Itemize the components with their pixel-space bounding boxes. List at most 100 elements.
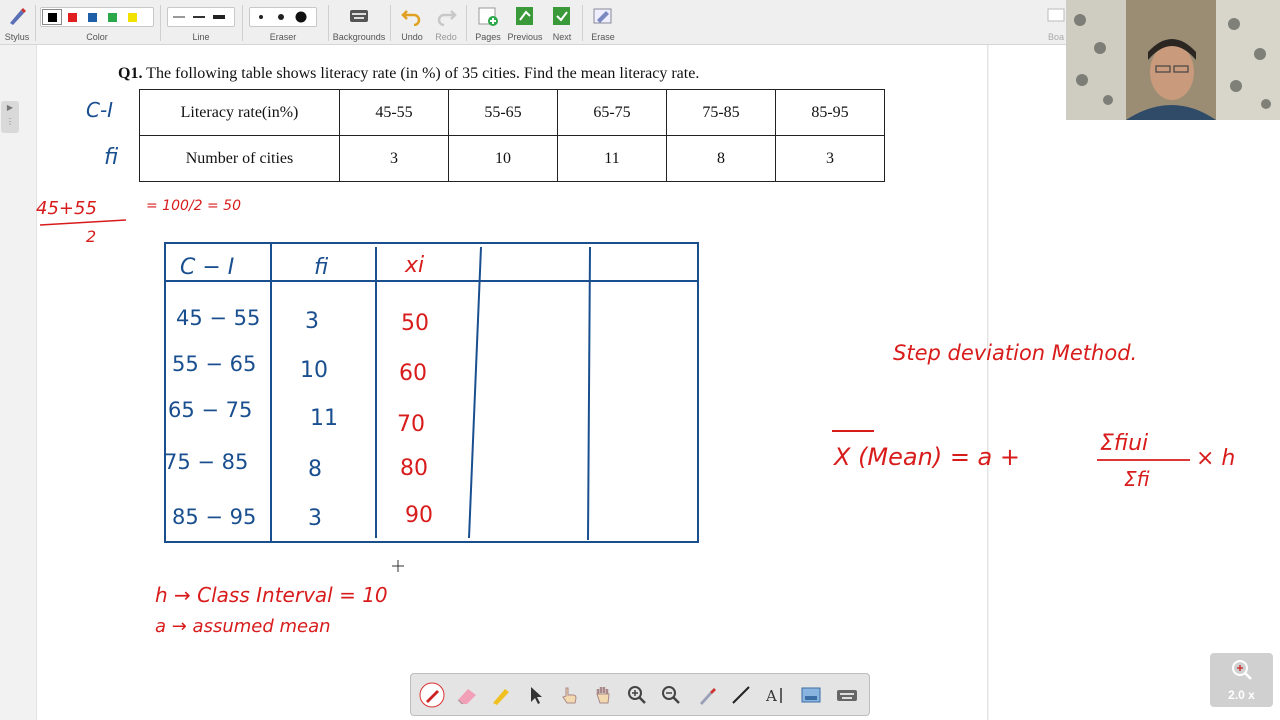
zoom-level-label: 2.0 x xyxy=(1228,688,1255,702)
zoom-in-tool[interactable] xyxy=(623,682,651,708)
table-cell: 85-95 xyxy=(775,89,885,136)
swatch-red-chip xyxy=(67,12,77,22)
highlighter-icon xyxy=(493,689,509,705)
table-cell: 75-85 xyxy=(666,89,776,136)
table-cell: 8 xyxy=(666,135,776,182)
previous-page-icon xyxy=(516,7,533,25)
board-icon xyxy=(1047,8,1065,22)
table-header-cell: Literacy rate(in%) xyxy=(139,89,340,136)
question-text: Q1. The following table shows literacy r… xyxy=(118,65,699,83)
erase-page-icon xyxy=(593,8,612,24)
zoom-out-icon xyxy=(662,686,680,704)
table-row: Number of cities 3 10 11 8 3 xyxy=(139,135,885,182)
line-thin[interactable] xyxy=(170,10,188,24)
svg-text:A: A xyxy=(765,687,777,705)
select-tool[interactable] xyxy=(521,682,549,708)
undo-button[interactable]: Undo xyxy=(396,0,428,45)
board-button[interactable]: Boa xyxy=(1044,0,1068,45)
eraser-small-icon xyxy=(259,15,263,19)
table-cell: 3 xyxy=(775,135,885,182)
swatch-black-chip xyxy=(47,12,57,22)
eraser-medium[interactable] xyxy=(272,10,290,24)
color-group: Color xyxy=(38,0,156,45)
screen-capture-icon xyxy=(801,687,821,703)
eyedropper-icon xyxy=(700,688,716,705)
eraser-small[interactable] xyxy=(252,10,270,24)
eraser-large-icon xyxy=(295,11,307,23)
color-swatches xyxy=(40,7,154,27)
swatch-yellow-chip xyxy=(127,12,137,22)
swatch-green[interactable] xyxy=(103,10,121,24)
add-page-icon xyxy=(478,7,498,26)
erase-button[interactable]: Erase xyxy=(586,0,620,45)
question-body: The following table shows literacy rate … xyxy=(146,65,700,82)
swatch-green-chip xyxy=(107,12,117,22)
swatch-red[interactable] xyxy=(63,10,81,24)
webcam-picture xyxy=(1066,0,1280,120)
highlighter-tool[interactable] xyxy=(487,682,515,708)
eraser-medium-icon xyxy=(278,14,284,20)
previous-button[interactable]: Previous xyxy=(506,0,544,45)
literacy-table: Literacy rate(in%) 45-55 55-65 65-75 75-… xyxy=(139,89,885,182)
backgrounds-button[interactable]: Backgrounds xyxy=(331,0,387,45)
next-button[interactable]: Next xyxy=(545,0,579,45)
pen-tool[interactable] xyxy=(418,682,446,708)
webcam-video xyxy=(1066,0,1280,120)
stylus-icon xyxy=(10,8,26,25)
swatch-yellow[interactable] xyxy=(123,10,141,24)
eraser-icon xyxy=(457,689,476,705)
keyboard-icon xyxy=(837,690,857,701)
left-panel: ▶ ⋮ xyxy=(0,45,36,720)
eraser-tool[interactable] xyxy=(453,682,481,708)
table-cell: 11 xyxy=(557,135,667,182)
redo-icon xyxy=(437,10,457,26)
swatch-black[interactable] xyxy=(42,9,62,25)
zoom-level-widget[interactable]: 2.0 x xyxy=(1210,653,1273,707)
line-thin-icon xyxy=(173,16,185,18)
laser-hand-tool[interactable] xyxy=(555,682,583,708)
line-thick[interactable] xyxy=(210,10,228,24)
swatch-blue-chip xyxy=(87,12,97,22)
line-tool[interactable] xyxy=(727,682,755,708)
pen-icon xyxy=(419,682,445,708)
table-row: Literacy rate(in%) 45-55 55-65 65-75 75-… xyxy=(139,89,885,136)
keyboard-background-icon xyxy=(350,10,368,22)
table-cell: 65-75 xyxy=(557,89,667,136)
table-cell: 45-55 xyxy=(339,89,449,136)
zoom-out-tool[interactable] xyxy=(657,682,685,708)
line-group: Line xyxy=(163,0,239,45)
swatch-blue[interactable] xyxy=(83,10,101,24)
hand-pan-icon xyxy=(596,687,610,704)
pages-button[interactable]: Pages xyxy=(470,0,506,45)
eraser-large[interactable] xyxy=(292,10,310,24)
whiteboard-margin[interactable] xyxy=(989,45,1280,720)
zoom-in-icon xyxy=(628,686,646,704)
image-tool[interactable] xyxy=(797,682,825,708)
next-page-icon xyxy=(553,7,570,25)
keyboard-tool[interactable] xyxy=(833,682,861,708)
undo-icon xyxy=(401,10,421,26)
line-medium-icon xyxy=(193,16,205,18)
line-medium[interactable] xyxy=(190,10,208,24)
question-number: Q1. xyxy=(118,65,143,82)
text-tool[interactable]: A xyxy=(761,682,789,708)
eraser-sizes xyxy=(249,7,317,27)
pointer-arrow-icon xyxy=(531,687,542,704)
pan-tool[interactable] xyxy=(589,682,617,708)
pointing-hand-icon xyxy=(562,687,577,704)
line-widths xyxy=(167,7,235,27)
eraser-group: Eraser xyxy=(245,0,321,45)
redo-button[interactable]: Redo xyxy=(430,0,462,45)
page-panel-toggle[interactable]: ▶ ⋮ xyxy=(1,101,19,133)
table-header-cell: Number of cities xyxy=(139,135,340,182)
table-cell: 55-65 xyxy=(448,89,558,136)
line-thick-icon xyxy=(213,15,225,19)
stylus-tool[interactable]: Stylus xyxy=(0,0,34,45)
color-picker-tool[interactable] xyxy=(693,682,721,708)
text-icon: A xyxy=(765,687,782,705)
zoom-icon xyxy=(1232,660,1252,680)
straight-line-icon xyxy=(732,686,750,704)
table-cell: 10 xyxy=(448,135,558,182)
drawing-tools-palette: A xyxy=(410,673,870,716)
table-cell: 3 xyxy=(339,135,449,182)
